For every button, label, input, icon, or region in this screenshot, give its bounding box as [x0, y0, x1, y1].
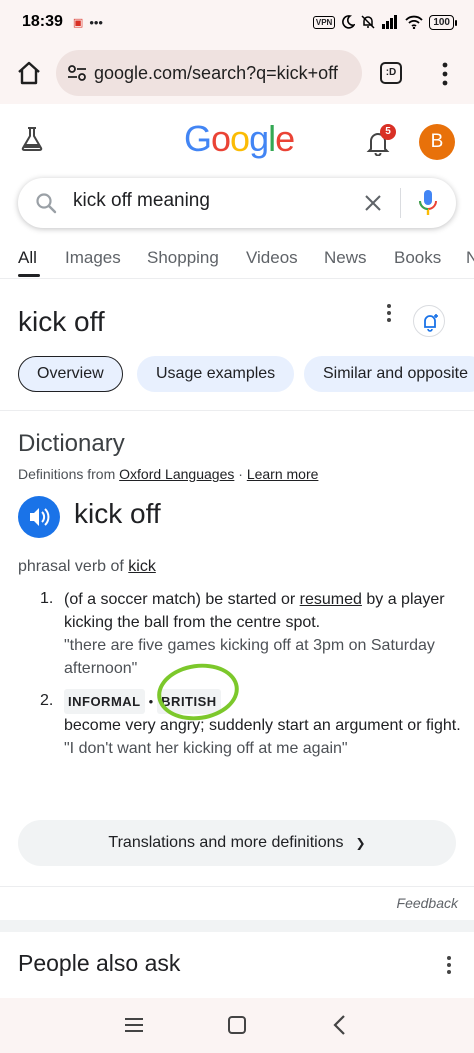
source-prefix: Definitions from [18, 466, 120, 482]
definition-text: become very angry; suddenly start an arg… [64, 717, 461, 734]
tag-separator: • [148, 694, 154, 709]
tab-news[interactable]: News [324, 248, 367, 268]
google-header: Google 5 B [0, 104, 474, 176]
home-square-icon[interactable] [228, 1016, 246, 1034]
oxford-languages-link[interactable]: Oxford Languages [119, 466, 234, 482]
definition-number: 1. [40, 590, 54, 607]
tab-shopping[interactable]: Shopping [147, 248, 219, 268]
search-input[interactable] [73, 190, 343, 212]
address-bar[interactable]: google.com/search?q=kick+off [56, 50, 362, 96]
search-divider [400, 188, 401, 218]
dictionary-source: Definitions from Oxford Languages · Lear… [18, 466, 318, 482]
definition-example: "there are five games kicking off at 3pm… [64, 637, 435, 677]
notification-badge: 5 [380, 124, 396, 140]
chip-overview[interactable]: Overview [18, 356, 123, 392]
signal-icon [382, 15, 398, 29]
bell-plus-icon [424, 314, 438, 332]
status-bar: 18:39 ▣ ••• VPN 100 [0, 0, 474, 44]
system-navigation-bar [0, 998, 474, 1053]
clear-icon[interactable] [361, 191, 385, 215]
learn-more-link[interactable]: Learn more [247, 466, 319, 482]
dictionary-heading: Dictionary [18, 430, 125, 457]
tab-switcher-button[interactable]: :D [380, 62, 402, 84]
register-tag-informal: INFORMAL [64, 689, 145, 714]
definition-example: "I don't want her kicking off at me agai… [64, 740, 348, 757]
tab-all[interactable]: All [18, 248, 37, 268]
region-tag-british: BRITISH [157, 689, 221, 714]
definition-2: INFORMAL • BRITISH become very angry; sudd… [64, 689, 464, 760]
speaker-icon [30, 508, 50, 526]
moon-icon [342, 15, 356, 29]
section-divider [0, 410, 474, 411]
tabs-divider [0, 278, 474, 279]
tab-books[interactable]: Books [394, 248, 441, 268]
feedback-divider [0, 886, 474, 887]
google-logo[interactable]: Google [184, 118, 295, 160]
definition-text: (of a soccer match) be started or [64, 591, 300, 608]
mute-bell-icon [361, 15, 375, 29]
search-box[interactable] [18, 178, 456, 228]
pronunciation-button[interactable] [18, 496, 60, 538]
url-text: google.com/search?q=kick+off [94, 62, 338, 83]
chip-usage-examples[interactable]: Usage examples [137, 356, 295, 392]
tab-videos[interactable]: Videos [246, 248, 298, 268]
search-icon [36, 193, 57, 214]
more-options-icon[interactable] [444, 955, 454, 975]
more-options-icon[interactable] [382, 303, 396, 323]
vpn-icon: VPN [312, 15, 336, 29]
avatar[interactable]: B [419, 124, 455, 160]
more-notifications-icon: ••• [89, 14, 103, 30]
headword: kick off [74, 498, 161, 529]
site-settings-icon[interactable] [66, 62, 88, 84]
back-chevron-icon[interactable] [330, 1014, 350, 1036]
root-word-link[interactable]: kick [128, 558, 156, 575]
app-notification-icon: ▣ [72, 16, 84, 29]
search-tabs: All Images Shopping Videos News Books N [0, 238, 474, 278]
topic-title: kick off [18, 306, 105, 337]
wifi-icon [405, 15, 423, 29]
source-separator: · [234, 466, 247, 482]
status-right-icons: VPN 100 [312, 14, 457, 30]
active-tab-indicator [18, 274, 40, 277]
chevron-down-icon: ❯ [355, 836, 366, 850]
follow-topic-button[interactable] [413, 305, 445, 337]
part-of-speech: phrasal verb of kick [18, 558, 156, 576]
resumed-link[interactable]: resumed [300, 591, 362, 608]
battery-icon: 100 [429, 14, 457, 30]
browser-toolbar: google.com/search?q=kick+off :D [0, 44, 474, 104]
translations-label: Translations and more definitions [108, 834, 344, 851]
feedback-link[interactable]: Feedback [397, 895, 458, 911]
recents-menu-icon[interactable] [124, 1017, 144, 1033]
labs-flask-icon[interactable] [20, 126, 44, 152]
browser-menu-icon[interactable] [437, 60, 453, 88]
section-gap [0, 920, 474, 932]
tab-more[interactable]: N [466, 248, 474, 268]
chip-similar-opposite[interactable]: Similar and opposite [304, 356, 474, 392]
status-notification-icons: ▣ ••• [73, 15, 103, 30]
home-icon[interactable] [14, 58, 44, 88]
status-time: 18:39 [22, 13, 63, 30]
translations-more-button[interactable]: Translations and more definitions ❯ [18, 820, 456, 866]
definition-number: 2. [40, 692, 54, 709]
voice-search-mic-icon[interactable] [418, 189, 438, 217]
tab-images[interactable]: Images [65, 248, 121, 268]
pos-prefix: phrasal verb of [18, 558, 129, 575]
definition-1: (of a soccer match) be started or resume… [64, 588, 464, 680]
people-also-ask-heading: People also ask [18, 950, 181, 976]
